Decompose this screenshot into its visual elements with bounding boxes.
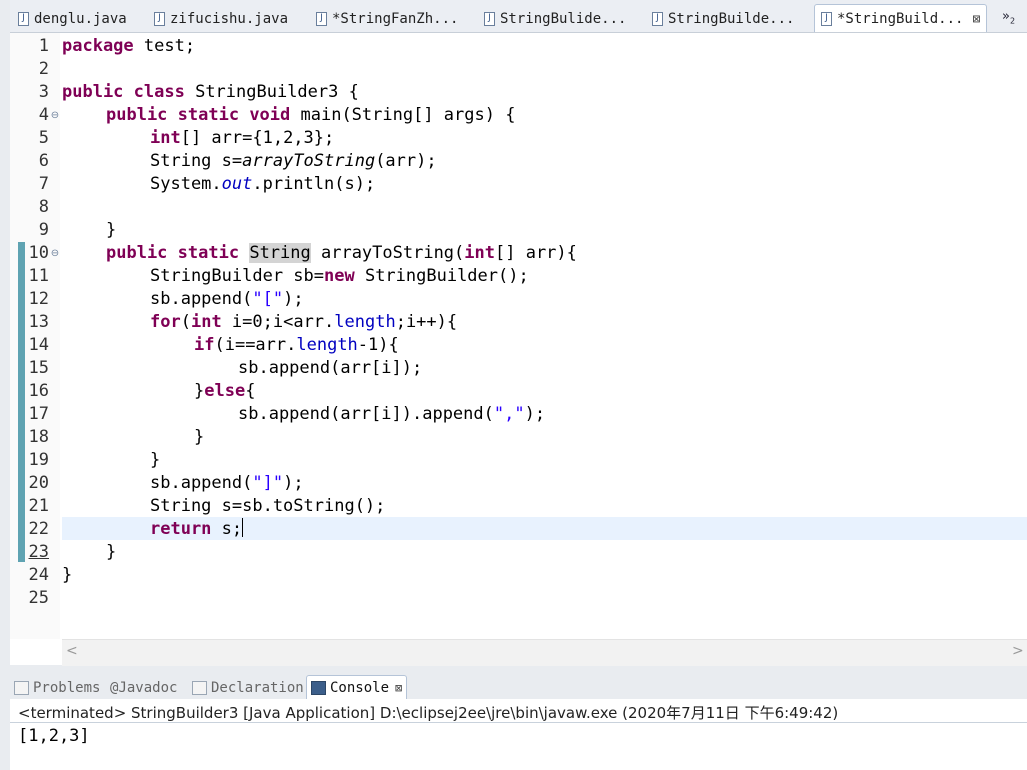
line-number: 13 [28,312,49,332]
line-number: 11 [28,266,49,286]
console-view[interactable]: <terminated> StringBuilder3 [Java Applic… [10,699,1027,770]
code-line: if(i==arr.length-1){ [194,335,399,355]
editor-tab-stringbuilder3[interactable]: J *StringBuild... ⊠ [814,4,988,33]
editor-tab-label: denglu.java [34,11,127,27]
line-number: 4 [38,105,49,125]
code-line: int[] arr={1,2,3}; [150,128,335,148]
java-file-icon: J [821,12,832,26]
console-divider [10,722,1027,723]
view-tab-label: Declaration [211,680,304,696]
line-number: 21 [28,496,49,516]
line-number: 25 [28,588,49,608]
code-line: } [194,427,205,447]
line-number: 18 [28,427,49,447]
editor-tab-label: StringBuilde... [668,11,795,27]
code-line: String s=arrayToString(arr); [150,151,437,171]
view-tab-label: Console [330,680,390,696]
line-number: 22 [28,519,49,539]
line-number: 17 [28,404,49,424]
editor-tab-zifucishu[interactable]: J zifucishu.java [154,6,288,32]
declaration-icon [192,681,207,695]
code-line: System.out.println(s); [150,174,376,194]
tab-console[interactable]: Console ⊠ [306,675,408,700]
tab-problems[interactable]: Problems [14,677,100,699]
line-number: 20 [28,473,49,493]
editor-tab-stringbuilde[interactable]: J StringBuilde... [652,6,794,32]
scroll-left-icon[interactable]: < [66,643,78,659]
line-number: 7 [38,174,49,194]
overflow-count: 2 [1009,16,1016,26]
line-number: 9 [38,220,49,240]
code-line: String s=sb.toString(); [150,496,386,516]
code-line: return s; [150,518,244,539]
at-sign-icon: @ [110,680,119,696]
line-number: 3 [38,82,49,102]
code-line: } [150,450,161,470]
line-number: 8 [38,197,49,217]
line-number: 1 [38,36,49,56]
overflow-chevron-icon: » [1002,9,1010,24]
view-tab-label: Javadoc [118,680,178,696]
text-caret [242,518,244,537]
java-file-icon: J [484,12,495,26]
close-view-icon[interactable]: ⊠ [395,681,402,695]
fold-toggle-icon[interactable]: ⊖ [50,242,60,265]
code-line: package test; [62,36,196,56]
code-line: public static String arrayToString(int[]… [106,243,577,263]
editor-tab-label: zifucishu.java [170,11,289,27]
code-line: } [62,565,73,585]
console-output: [1,2,3] [18,726,90,746]
code-line: public static void main(String[] args) { [106,105,516,125]
line-number: 6 [38,151,49,171]
occurrence-highlight: String [249,243,311,263]
code-editor[interactable]: 1 2 3 4 ⊖ 5 6 7 8 9 10 ⊖ 11 12 13 14 15 … [10,32,1027,666]
code-line: StringBuilder sb=new StringBuilder(); [150,266,529,286]
tab-declaration[interactable]: Declaration [192,677,304,699]
editor-tab-label: StringBulide... [500,11,627,27]
problems-icon [14,681,29,695]
line-number: 23 [28,542,49,562]
close-tab-icon[interactable]: ⊠ [972,12,980,27]
scroll-right-icon[interactable]: > [1012,643,1024,659]
code-line: } [106,220,117,240]
code-line: public class StringBuilder3 { [62,82,359,102]
editor-tab-label: *StringFanZh... [332,11,459,27]
line-number: 14 [28,335,49,355]
console-icon [311,681,326,695]
editor-tab-label: *StringBuild... [837,11,964,27]
view-tab-bar: Problems @ Javadoc Declaration Console ⊠ [10,673,1027,700]
line-number-gutter: 1 2 3 4 ⊖ 5 6 7 8 9 10 ⊖ 11 12 13 14 15 … [10,33,60,639]
java-file-icon: J [154,12,165,26]
line-number: 2 [38,59,49,79]
line-number: 10 [28,243,49,263]
editor-tab-stringbulide[interactable]: J StringBulide... [484,6,626,32]
code-line: sb.append("["); [150,289,304,309]
line-number: 24 [28,565,49,585]
line-number: 12 [28,289,49,309]
editor-tab-bar: J denglu.java J zifucishu.java J *String… [10,0,1027,33]
view-tab-label: Problems [33,680,101,696]
line-number: 19 [28,450,49,470]
code-line: sb.append(arr[i]); [238,358,423,378]
code-line: }else{ [194,381,256,401]
code-line: for(int i=0;i<arr.length;i++){ [150,312,458,332]
tab-javadoc[interactable]: @ Javadoc [110,677,177,699]
editor-tab-denglu[interactable]: J denglu.java [18,6,127,32]
line-number: 16 [28,381,49,401]
tab-overflow-button[interactable]: »2 [1002,9,1015,26]
code-line: sb.append(arr[i]).append(","); [238,404,546,424]
fold-toggle-icon[interactable]: ⊖ [50,104,60,127]
code-line: sb.append("]"); [150,473,304,493]
editor-tab-stringfanzh[interactable]: J *StringFanZh... [316,6,458,32]
java-file-icon: J [316,12,327,26]
java-file-icon: J [652,12,663,26]
line-number: 5 [38,128,49,148]
line-number: 15 [28,358,49,378]
java-file-icon: J [18,12,29,26]
horizontal-scrollbar[interactable]: < > [62,639,1027,666]
code-line: } [106,542,117,562]
console-status-line: <terminated> StringBuilder3 [Java Applic… [18,704,839,722]
